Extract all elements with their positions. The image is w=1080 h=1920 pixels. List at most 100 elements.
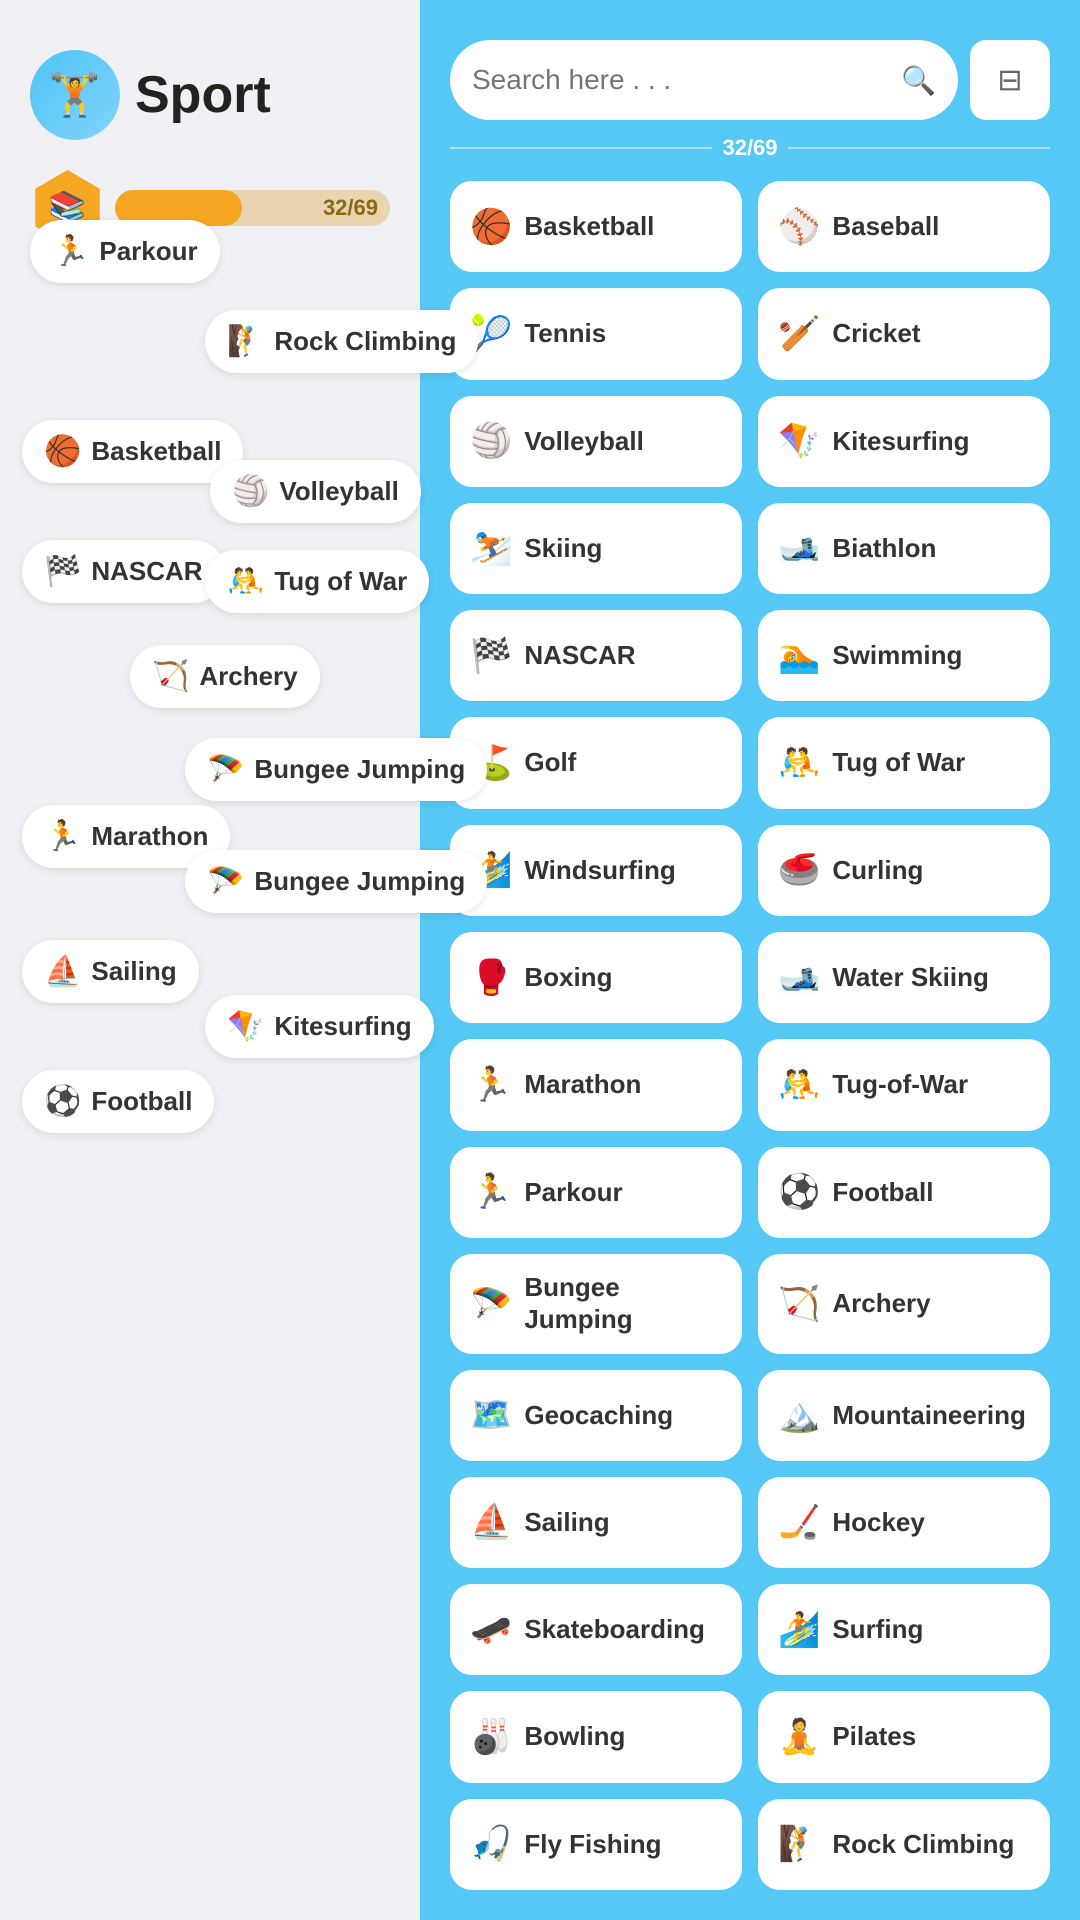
grid-item-curling[interactable]: 🥌Curling <box>758 825 1050 916</box>
grid-item-skateboarding[interactable]: 🛹 Skateboarding <box>450 1584 742 1675</box>
scatter-item-sailing[interactable]: ⛵Sailing <box>22 940 199 1003</box>
grid-item-geocaching[interactable]: 🗺️Geocaching <box>450 1370 742 1461</box>
search-input[interactable] <box>472 64 891 96</box>
grid-label-parkour: Parkour <box>524 1177 622 1208</box>
scatter-item-volleyball[interactable]: 🏐Volleyball <box>210 460 421 523</box>
scatter-label-bungee-jumping-1: Bungee Jumping <box>254 754 465 785</box>
grid-item-hockey[interactable]: 🏒 Hockey <box>758 1477 1050 1568</box>
grid-item-nascar[interactable]: 🏁 NASCAR <box>450 610 742 701</box>
grid-item-pilates[interactable]: 🧘 Pilates <box>758 1691 1050 1782</box>
scatter-emoji-bungee-jumping-2: 🪂 <box>207 864 244 899</box>
grid-item-windsurfing[interactable]: 🏄Windsurfing <box>450 825 742 916</box>
grid-label-basketball: Basketball <box>524 211 654 242</box>
grid-emoji-parkour: 🏃 <box>470 1172 512 1212</box>
grid-item-kitesurfing[interactable]: 🪁 Kitesurfing <box>758 396 1050 487</box>
grid-emoji-mountaineering: 🏔️ <box>778 1395 820 1435</box>
grid-label-bungee-jumping: Bungee Jumping <box>524 1272 722 1334</box>
scatter-label-marathon: Marathon <box>91 821 208 852</box>
grid-item-skiing[interactable]: ⛷️Skiing <box>450 503 742 594</box>
grid-item-rock-climbing[interactable]: 🧗Rock Climbing <box>758 1799 1050 1890</box>
grid-emoji-swimming: 🏊 <box>778 636 820 676</box>
sports-grid: 🏀Basketball⚾Baseball🎾Tennis🏏Cricket 🏐 Voll… <box>450 181 1050 1890</box>
grid-label-tug-of-war: Tug of War <box>832 747 965 778</box>
grid-emoji-water-skiing: 🎿 <box>778 958 820 998</box>
grid-item-football[interactable]: ⚽Football <box>758 1147 1050 1238</box>
scatter-label-parkour: Parkour <box>99 236 197 267</box>
grid-item-swimming[interactable]: 🏊 Swimming <box>758 610 1050 701</box>
scatter-item-kitesurfing[interactable]: 🪁Kitesurfing <box>205 995 434 1058</box>
scatter-emoji-bungee-jumping-1: 🪂 <box>207 752 244 787</box>
app-title: Sport <box>135 65 271 125</box>
grid-item-mountaineering[interactable]: 🏔️Mountaineering <box>758 1370 1050 1461</box>
grid-label-volleyball: Volleyball <box>524 426 643 457</box>
scatter-label-tug-of-war: Tug of War <box>274 566 407 597</box>
grid-item-fly-fishing[interactable]: 🎣Fly Fishing <box>450 1799 742 1890</box>
search-input-wrap[interactable]: 🔍 <box>450 40 958 120</box>
grid-emoji-marathon: 🏃 <box>470 1065 512 1105</box>
grid-label-skateboarding: Skateboarding <box>524 1614 705 1645</box>
grid-label-kitesurfing: Kitesurfing <box>832 426 969 457</box>
grid-item-archery[interactable]: 🏹Archery <box>758 1254 1050 1354</box>
grid-item-sailing[interactable]: ⛵Sailing <box>450 1477 742 1568</box>
grid-label-tennis: Tennis <box>524 318 606 349</box>
grid-item-surfing[interactable]: 🏄 Surfing <box>758 1584 1050 1675</box>
count-text: 32/69 <box>722 135 777 161</box>
grid-emoji-kitesurfing: 🪁 <box>778 421 820 461</box>
scatter-item-archery[interactable]: 🏹Archery <box>130 645 320 708</box>
scatter-item-nascar[interactable]: 🏁 NASCAR <box>22 540 225 603</box>
grid-label-nascar: NASCAR <box>524 640 635 671</box>
grid-item-golf[interactable]: ⛳Golf <box>450 717 742 808</box>
grid-item-boxing[interactable]: 🥊Boxing <box>450 932 742 1023</box>
grid-item-tug-of-war-2[interactable]: 🤼Tug-of-War <box>758 1039 1050 1130</box>
grid-item-bowling[interactable]: 🎳Bowling <box>450 1691 742 1782</box>
grid-emoji-boxing: 🥊 <box>470 958 512 998</box>
grid-item-volleyball[interactable]: 🏐 Volleyball <box>450 396 742 487</box>
grid-item-tug-of-war[interactable]: 🤼Tug of War <box>758 717 1050 808</box>
scatter-label-football: Football <box>91 1086 192 1117</box>
grid-item-baseball[interactable]: ⚾Baseball <box>758 181 1050 272</box>
grid-item-cricket[interactable]: 🏏Cricket <box>758 288 1050 379</box>
scatter-emoji-football: ⚽ <box>44 1084 81 1119</box>
scatter-item-rock-climbing[interactable]: 🧗Rock Climbing <box>205 310 478 373</box>
scatter-label-basketball: Basketball <box>91 436 221 467</box>
grid-emoji-archery: 🏹 <box>778 1284 820 1324</box>
grid-item-parkour[interactable]: 🏃 Parkour <box>450 1147 742 1238</box>
grid-emoji-skiing: ⛷️ <box>470 528 512 568</box>
grid-emoji-pilates: 🧘 <box>778 1717 820 1757</box>
grid-item-bungee-jumping[interactable]: 🪂Bungee Jumping <box>450 1254 742 1354</box>
grid-emoji-skateboarding: 🛹 <box>470 1610 512 1650</box>
scatter-item-bungee-jumping-2[interactable]: 🪂Bungee Jumping <box>185 850 487 913</box>
grid-label-pilates: Pilates <box>832 1721 916 1752</box>
scatter-emoji-nascar: 🏁 <box>44 554 81 589</box>
grid-item-water-skiing[interactable]: 🎿 Water Skiing <box>758 932 1050 1023</box>
search-icon: 🔍 <box>901 64 936 97</box>
scatter-item-football[interactable]: ⚽ Football <box>22 1070 214 1133</box>
scatter-item-bungee-jumping-1[interactable]: 🪂 Bungee Jumping <box>185 738 487 801</box>
scatter-item-tug-of-war[interactable]: 🤼 Tug of War <box>205 550 429 613</box>
grid-emoji-hockey: 🏒 <box>778 1502 820 1542</box>
grid-emoji-surfing: 🏄 <box>778 1610 820 1650</box>
scatter-emoji-marathon: 🏃 <box>44 819 81 854</box>
grid-emoji-volleyball: 🏐 <box>470 421 512 461</box>
grid-emoji-nascar: 🏁 <box>470 636 512 676</box>
grid-item-basketball[interactable]: 🏀Basketball <box>450 181 742 272</box>
grid-label-surfing: Surfing <box>832 1614 923 1645</box>
grid-label-swimming: Swimming <box>832 640 962 671</box>
grid-label-water-skiing: Water Skiing <box>832 962 989 993</box>
scatter-label-nascar: NASCAR <box>91 556 202 587</box>
scatter-emoji-parkour: 🏃 <box>52 234 89 269</box>
scatter-item-parkour[interactable]: 🏃 Parkour <box>30 220 220 283</box>
scatter-emoji-basketball: 🏀 <box>44 434 81 469</box>
grid-label-hockey: Hockey <box>832 1507 925 1538</box>
count-line-right <box>788 147 1050 149</box>
scatter-emoji-tug-of-war: 🤼 <box>227 564 264 599</box>
filter-button[interactable]: ⊟ <box>970 40 1050 120</box>
grid-label-geocaching: Geocaching <box>524 1400 673 1431</box>
scatter-emoji-kitesurfing: 🪁 <box>227 1009 264 1044</box>
grid-emoji-rock-climbing: 🧗 <box>778 1824 820 1864</box>
grid-label-fly-fishing: Fly Fishing <box>524 1829 661 1860</box>
scatter-item-basketball[interactable]: 🏀 Basketball <box>22 420 243 483</box>
grid-item-biathlon[interactable]: 🎿Biathlon <box>758 503 1050 594</box>
grid-item-marathon[interactable]: 🏃Marathon <box>450 1039 742 1130</box>
grid-item-tennis[interactable]: 🎾Tennis <box>450 288 742 379</box>
